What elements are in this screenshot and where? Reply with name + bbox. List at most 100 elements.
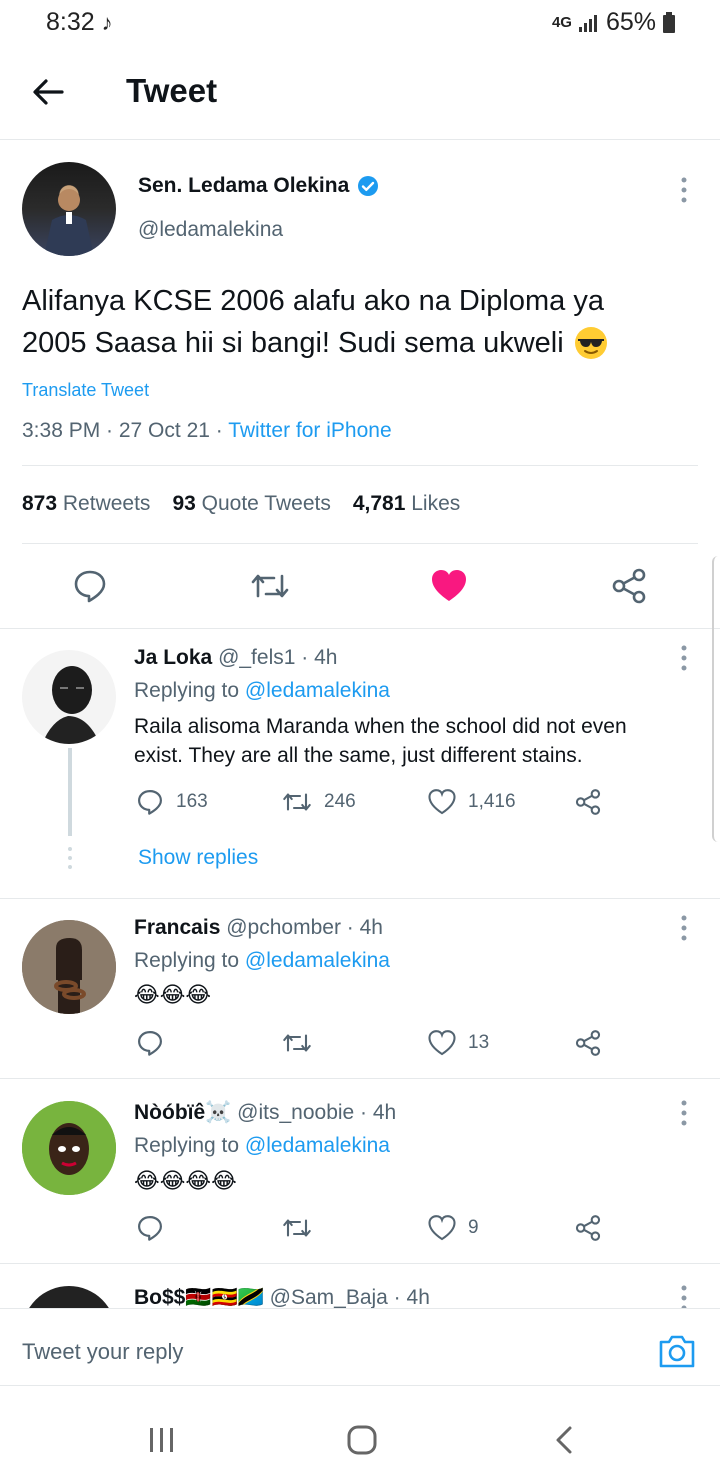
reply-icon [138,1216,162,1241]
like-count: 1,416 [468,791,516,812]
reply-icon[interactable] [72,568,108,604]
thread-dots-icon [66,846,74,870]
share-action[interactable] [574,788,602,816]
signal-icon [578,13,600,33]
reply-count: 163 [176,791,208,812]
status-indicators: 4G 65% [552,8,676,37]
reply-avatar[interactable] [22,650,116,744]
author-avatar[interactable] [22,162,116,256]
like-icon [428,1215,456,1241]
camera-icon[interactable] [658,1333,696,1369]
more-options-icon[interactable] [674,1099,694,1127]
reply-action[interactable] [136,1214,176,1242]
reply-avatar[interactable] [22,1286,116,1308]
reply-author-row[interactable]: Francais @pchomber · 4h [134,916,383,940]
reply-author-name[interactable]: Ja Loka [134,646,212,669]
app-header: Tweet [0,44,720,140]
like-count: 13 [468,1032,490,1053]
retweet-icon [283,1219,311,1237]
reply-author-handle[interactable]: @Sam_Baja · 4h [270,1286,430,1308]
reply-author-handle[interactable]: @its_noobie · 4h [237,1101,396,1124]
more-options-icon[interactable] [674,176,694,204]
sunglasses-emoji-icon [574,326,608,360]
tweet-source-link[interactable]: Twitter for iPhone [228,419,391,442]
retweet-count: 246 [324,791,356,812]
reply-text: 😂😂😂 [134,982,212,1007]
reply-action[interactable] [136,1029,176,1057]
reply-input[interactable]: Tweet your reply [22,1339,183,1365]
replying-to: Replying to @ledamalekina [134,679,390,702]
share-icon [575,789,601,815]
reply-author-row[interactable]: Ja Loka @_fels1 · 4h [134,646,337,670]
replying-to-link[interactable]: @ledamalekina [245,949,390,972]
divider [22,465,698,466]
reply-author-handle[interactable]: @pchomber · 4h [226,916,383,939]
share-action[interactable] [574,1029,602,1057]
page-title: Tweet [126,72,218,109]
likes-stat[interactable]: 4,781 Likes [353,492,460,516]
tiktok-icon: ♪ [101,10,113,35]
show-replies-link[interactable]: Show replies [138,846,258,870]
verified-badge-icon [357,175,379,197]
author-name-row[interactable]: Sen. Ledama Olekina [138,174,379,198]
like-icon [428,789,456,815]
more-options-icon[interactable] [674,914,694,942]
system-back-icon[interactable] [554,1425,574,1455]
network-type: 4G [551,14,572,31]
like-action[interactable]: 13 [428,1029,489,1057]
reply-avatar[interactable] [22,920,116,1014]
like-action[interactable]: 9 [428,1214,479,1242]
translate-tweet-link[interactable]: Translate Tweet [22,380,149,401]
share-icon [575,1030,601,1056]
scrollbar[interactable] [712,556,720,842]
reply-action[interactable]: 163 [136,788,208,816]
home-icon[interactable] [347,1425,377,1455]
like-icon[interactable] [430,568,468,604]
author-name[interactable]: Sen. Ledama Olekina [138,174,349,198]
status-bar: 8:32 ♪ 4G 65% [0,0,720,44]
divider [0,1078,720,1079]
replying-to: Replying to @ledamalekina [134,949,390,972]
retweet-action[interactable] [282,1214,324,1242]
share-action[interactable] [574,1214,602,1242]
like-count: 9 [468,1217,479,1238]
reply-author-row[interactable]: Bo$$🇰🇪🇺🇬🇹🇿 @Sam_Baja · 4h [134,1286,430,1308]
retweet-icon [283,1034,311,1052]
retweets-stat[interactable]: 873 Retweets [22,492,150,516]
retweet-action[interactable]: 246 [282,788,356,816]
tweet-text: Alifanya KCSE 2006 alafu ako na Diploma … [22,280,702,364]
divider [0,628,720,629]
tweet-timestamp: 3:38 PM · 27 Oct 21 · [22,419,229,442]
replying-to-link[interactable]: @ledamalekina [245,679,390,702]
recent-apps-icon[interactable] [148,1427,176,1453]
reply-author-name[interactable]: Francais [134,916,220,939]
more-options-icon[interactable] [674,644,694,672]
author-handle[interactable]: @ledamalekina [138,218,283,242]
divider [22,543,698,544]
replying-to-link[interactable]: @ledamalekina [245,1134,390,1157]
retweet-icon[interactable] [250,568,290,604]
quote-tweets-stat[interactable]: 93 Quote Tweets [172,492,330,516]
back-arrow-icon[interactable] [30,74,66,110]
reply-author-name[interactable]: Bo$$🇰🇪🇺🇬🇹🇿 [134,1286,264,1308]
retweet-icon [283,793,311,811]
reply-composer[interactable]: Tweet your reply [0,1308,720,1386]
reply-author-handle[interactable]: @_fels1 · 4h [218,646,337,669]
reply-text: 😂😂😂😂 [134,1168,237,1193]
reply-avatar[interactable] [22,1101,116,1195]
tweet-stats: 873 Retweets 93 Quote Tweets 4,781 Likes [22,492,460,516]
replying-to: Replying to @ledamalekina [134,1134,390,1157]
like-action[interactable]: 1,416 [428,788,516,816]
reply-partial: Bo$$🇰🇪🇺🇬🇹🇿 @Sam_Baja · 4h [0,1264,720,1308]
reply-author-name[interactable]: Nòóbïê☠️ [134,1101,231,1124]
share-icon[interactable] [610,568,648,604]
tweet-meta: 3:38 PM · 27 Oct 21 · Twitter for iPhone [22,419,392,443]
more-options-icon[interactable] [674,1284,694,1308]
reply-text: Raila alisoma Maranda when the school di… [134,715,627,767]
retweet-action[interactable] [282,1029,324,1057]
reply-author-row[interactable]: Nòóbïê☠️ @its_noobie · 4h [134,1101,396,1125]
battery-percent: 65% [605,8,656,36]
divider [0,898,720,899]
reply-icon [138,1031,162,1056]
like-icon [428,1030,456,1056]
